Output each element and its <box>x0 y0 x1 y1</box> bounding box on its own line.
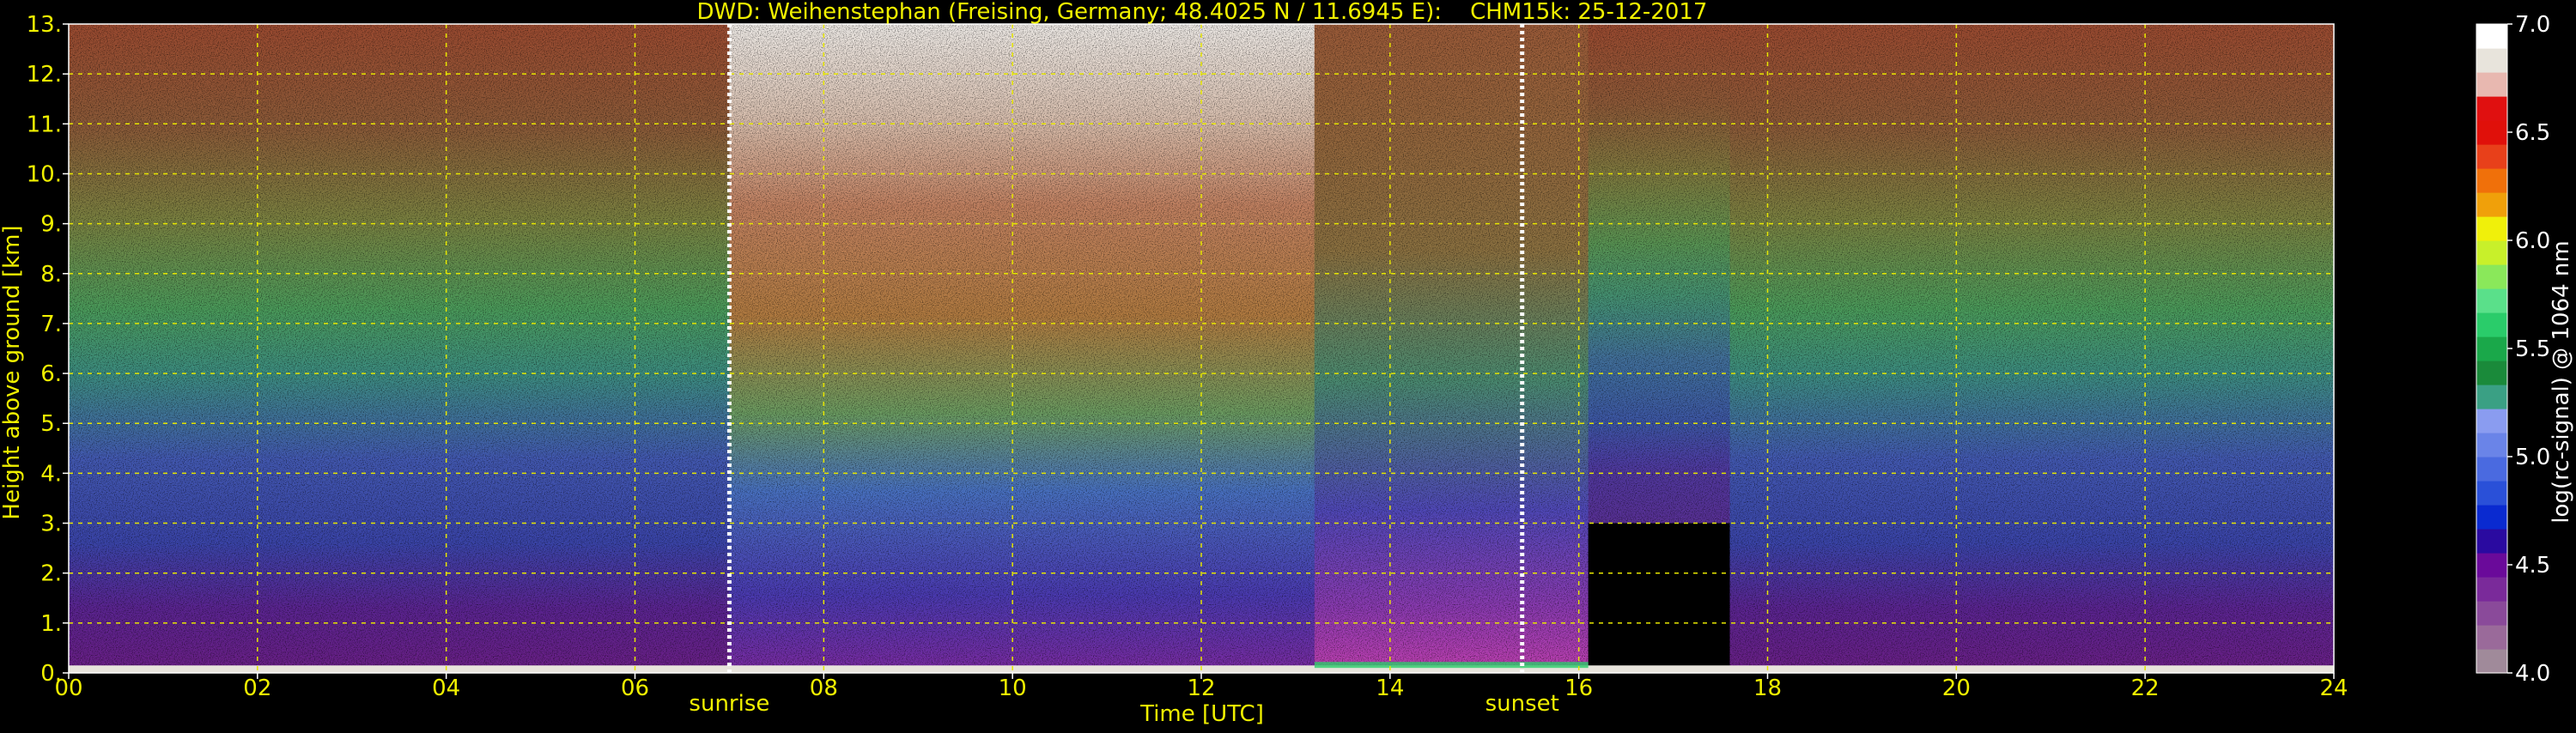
colorbar-tick-label: 5.0 <box>2515 445 2550 470</box>
colorbar-segment <box>2476 120 2507 145</box>
colorbar-segment <box>2476 505 2507 530</box>
x-tick-label: 10 <box>999 675 1027 701</box>
y-tick-label: 11. <box>27 112 62 137</box>
colorbar <box>2476 23 2508 674</box>
colorbar-tick-label: 5.5 <box>2515 336 2550 362</box>
colorbar-segment <box>2476 312 2507 337</box>
boundary-layer-green <box>1314 662 1589 669</box>
colorbar-segment <box>2476 433 2507 457</box>
colorbar-tick-label: 4.0 <box>2515 661 2550 687</box>
colorbar-segment <box>2476 385 2507 409</box>
marker-label-sunset: sunset <box>1485 691 1559 717</box>
colorbar-tick-label: 7.0 <box>2515 12 2550 38</box>
x-tick-label: 14 <box>1376 675 1404 701</box>
colorbar-label: log(rc-signal) @ 1064 nm <box>2549 240 2574 523</box>
colorbar-segment <box>2476 288 2507 313</box>
x-tick-label: 16 <box>1564 675 1593 701</box>
y-tick-label: 0. <box>40 661 62 687</box>
x-tick-label: 08 <box>810 675 838 701</box>
x-axis-ticks: 00 02 04 06 08 10 12 14 16 18 20 22 24 <box>54 673 2348 701</box>
colorbar-segment <box>2476 649 2507 674</box>
colorbar-segment <box>2476 72 2507 97</box>
ceilometer-chart: 00 02 04 06 08 10 12 14 16 18 20 22 24 0. 1. 2. 3. 4. 5. 6… <box>0 0 2576 730</box>
colorbar-segment <box>2476 625 2507 650</box>
x-axis-label: Time [UTC] <box>1139 701 1264 727</box>
colorbar-segment <box>2476 168 2507 193</box>
colorbar-tick-label: 6.0 <box>2515 228 2550 254</box>
y-tick-label: 10. <box>27 161 62 187</box>
y-tick-label: 1. <box>40 611 62 637</box>
y-tick-label: 2. <box>40 561 62 587</box>
marker-label-sunrise: sunrise <box>689 691 769 717</box>
y-axis-label: Height above ground [km] <box>0 225 25 519</box>
colorbar-segment <box>2476 96 2507 121</box>
colorbar-segment <box>2476 336 2507 361</box>
y-axis-ticks: 0. 1. 2. 3. 4. 5. 6. 7. 8. 9. 10. 11. 12. 13. <box>27 12 69 687</box>
colorbar-segment <box>2476 240 2507 265</box>
chart-title: DWD: Weihenstephan (Freising, Germany; 4… <box>697 0 1708 25</box>
x-tick-label: 22 <box>2131 675 2160 701</box>
colorbar-segment <box>2476 481 2507 506</box>
x-tick-label: 12 <box>1187 675 1215 701</box>
colorbar-segment <box>2476 601 2507 626</box>
colorbar-segment <box>2476 360 2507 385</box>
colorbar-segment <box>2476 192 2507 217</box>
x-tick-label: 18 <box>1753 675 1782 701</box>
colorbar-segment <box>2476 48 2507 73</box>
y-tick-label: 13. <box>27 12 62 38</box>
colorbar-segment <box>2476 529 2507 554</box>
colorbar-segment <box>2476 577 2507 602</box>
x-tick-label: 06 <box>621 675 649 701</box>
colorbar-tick-label: 6.5 <box>2515 120 2550 146</box>
y-tick-label: 7. <box>40 312 62 337</box>
y-tick-label: 3. <box>40 512 62 537</box>
y-tick-label: 5. <box>40 411 62 437</box>
x-tick-label: 04 <box>432 675 460 701</box>
y-tick-label: 9. <box>40 212 62 238</box>
colorbar-tick-label: 4.5 <box>2515 553 2550 579</box>
colorbar-segment <box>2476 553 2507 578</box>
colorbar-segment <box>2476 264 2507 289</box>
y-tick-label: 8. <box>40 262 62 288</box>
colorbar-segment <box>2476 216 2507 241</box>
y-tick-label: 12. <box>27 62 62 88</box>
colorbar-segment <box>2476 409 2507 433</box>
colorbar-segment <box>2476 24 2507 49</box>
x-tick-label: 20 <box>1942 675 1971 701</box>
colorbar-ticks: 4.0 4.5 5.0 5.5 6.0 6.5 7.0 <box>2507 12 2550 687</box>
chart-svg: 00 02 04 06 08 10 12 14 16 18 20 22 24 0.1.2.3.4.5.6… <box>0 0 2574 727</box>
colorbar-segment <box>2476 457 2507 482</box>
y-tick-label: 6. <box>40 361 62 387</box>
y-tick-label: 4. <box>40 461 62 487</box>
x-tick-label: 24 <box>2319 675 2348 701</box>
x-tick-label: 02 <box>243 675 271 701</box>
colorbar-segment <box>2476 144 2507 169</box>
